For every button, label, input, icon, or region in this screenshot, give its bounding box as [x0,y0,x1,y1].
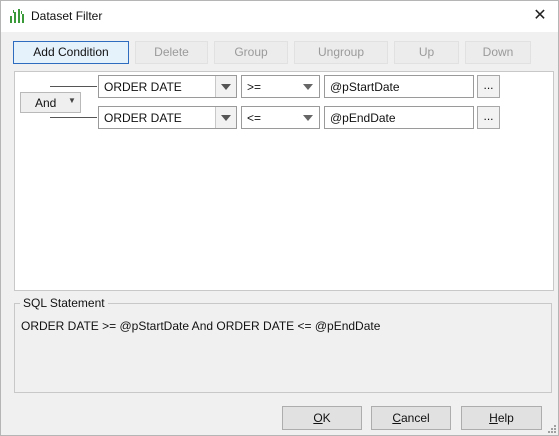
connector-line-bottom [50,117,97,118]
value-text-1: @pStartDate [330,80,400,94]
dropdown-arrow-icon [303,115,313,121]
group-button[interactable]: Group [214,41,288,64]
window-title: Dataset Filter [31,9,103,23]
dataset-filter-dialog: Dataset Filter ✕ Add Condition Delete Gr… [0,0,559,436]
dropdown-arrow-icon[interactable] [215,76,236,97]
operator-value-1: >= [247,80,262,94]
help-label-rest: elp [497,411,514,425]
connector-line-top [50,86,97,87]
ok-button[interactable]: OK [282,406,362,430]
sql-statement-legend: SQL Statement [20,296,108,310]
resize-grip-icon[interactable] [546,423,556,433]
field-dropdown-2[interactable]: ORDER DATE [98,106,237,129]
cancel-button[interactable]: Cancel [371,406,451,430]
ok-label-rest: K [322,411,331,425]
down-button[interactable]: Down [465,41,531,64]
cancel-label-rest: ancel [400,411,430,425]
bar-chart-icon [10,9,24,23]
delete-button[interactable]: Delete [135,41,208,64]
conditions-panel: And ▼ ORDER DATE >= @pStartDate ... ORDE… [14,71,554,291]
logic-operator-label: And [35,96,57,110]
field-value-1: ORDER DATE [104,80,182,94]
help-mnemonic: H [489,411,498,425]
operator-value-2: <= [247,111,262,125]
logic-operator-dropdown[interactable]: And ▼ [20,92,81,113]
browse-button-1[interactable]: ... [477,75,500,98]
up-button[interactable]: Up [394,41,459,64]
browse-button-2[interactable]: ... [477,106,500,129]
cancel-mnemonic: C [392,411,401,425]
operator-dropdown-1[interactable]: >= [241,75,320,98]
chevron-down-icon: ▼ [68,96,76,105]
ok-mnemonic: O [313,411,323,425]
sql-statement-group [14,303,552,393]
dropdown-arrow-icon [303,84,313,90]
value-field-2[interactable]: @pEndDate [324,106,474,129]
dropdown-arrow-icon[interactable] [215,107,236,128]
close-icon[interactable]: ✕ [528,5,552,27]
field-value-2: ORDER DATE [104,111,182,125]
ungroup-button[interactable]: Ungroup [294,41,388,64]
sql-statement-text: ORDER DATE >= @pStartDate And ORDER DATE… [21,319,381,333]
value-field-1[interactable]: @pStartDate [324,75,474,98]
add-condition-button[interactable]: Add Condition [13,41,129,64]
help-button[interactable]: Help [461,406,542,430]
value-text-2: @pEndDate [330,111,396,125]
title-bar: Dataset Filter ✕ [1,1,558,32]
field-dropdown-1[interactable]: ORDER DATE [98,75,237,98]
operator-dropdown-2[interactable]: <= [241,106,320,129]
